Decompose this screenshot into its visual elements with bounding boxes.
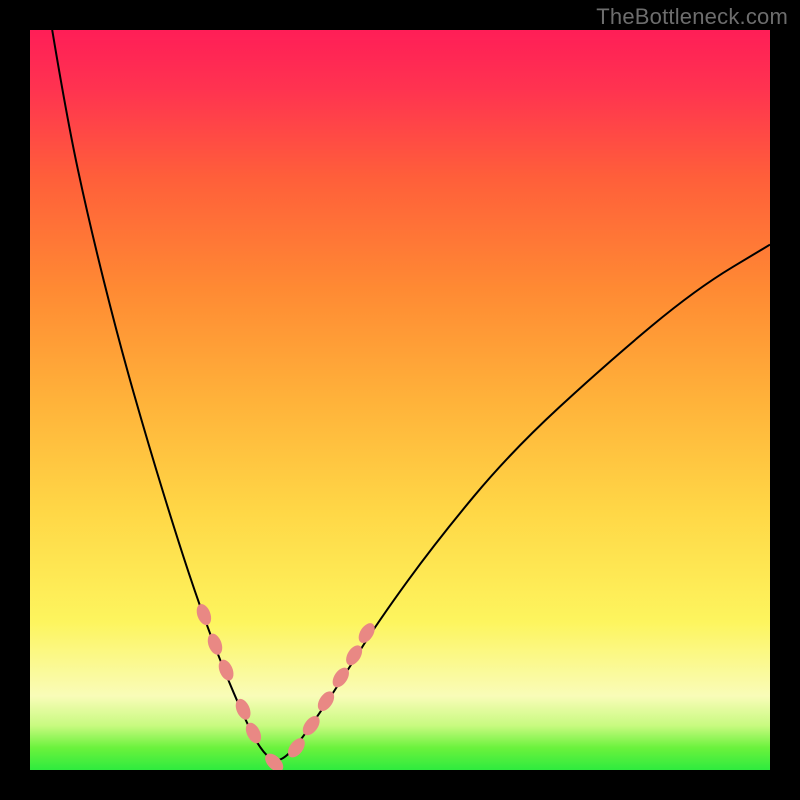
watermark-text: TheBottleneck.com	[596, 4, 788, 30]
highlight-dot	[299, 713, 323, 738]
chart-frame: TheBottleneck.com	[0, 0, 800, 800]
plot-svg	[30, 30, 770, 770]
highlight-dot	[355, 620, 378, 646]
plot-area	[30, 30, 770, 770]
highlight-dot	[205, 632, 225, 657]
highlight-dot	[243, 720, 264, 745]
highlight-dot	[285, 735, 309, 760]
highlight-dot	[194, 602, 214, 627]
highlight-dot	[233, 697, 254, 722]
bottleneck-curve	[52, 30, 770, 760]
highlight-dot	[216, 657, 237, 682]
